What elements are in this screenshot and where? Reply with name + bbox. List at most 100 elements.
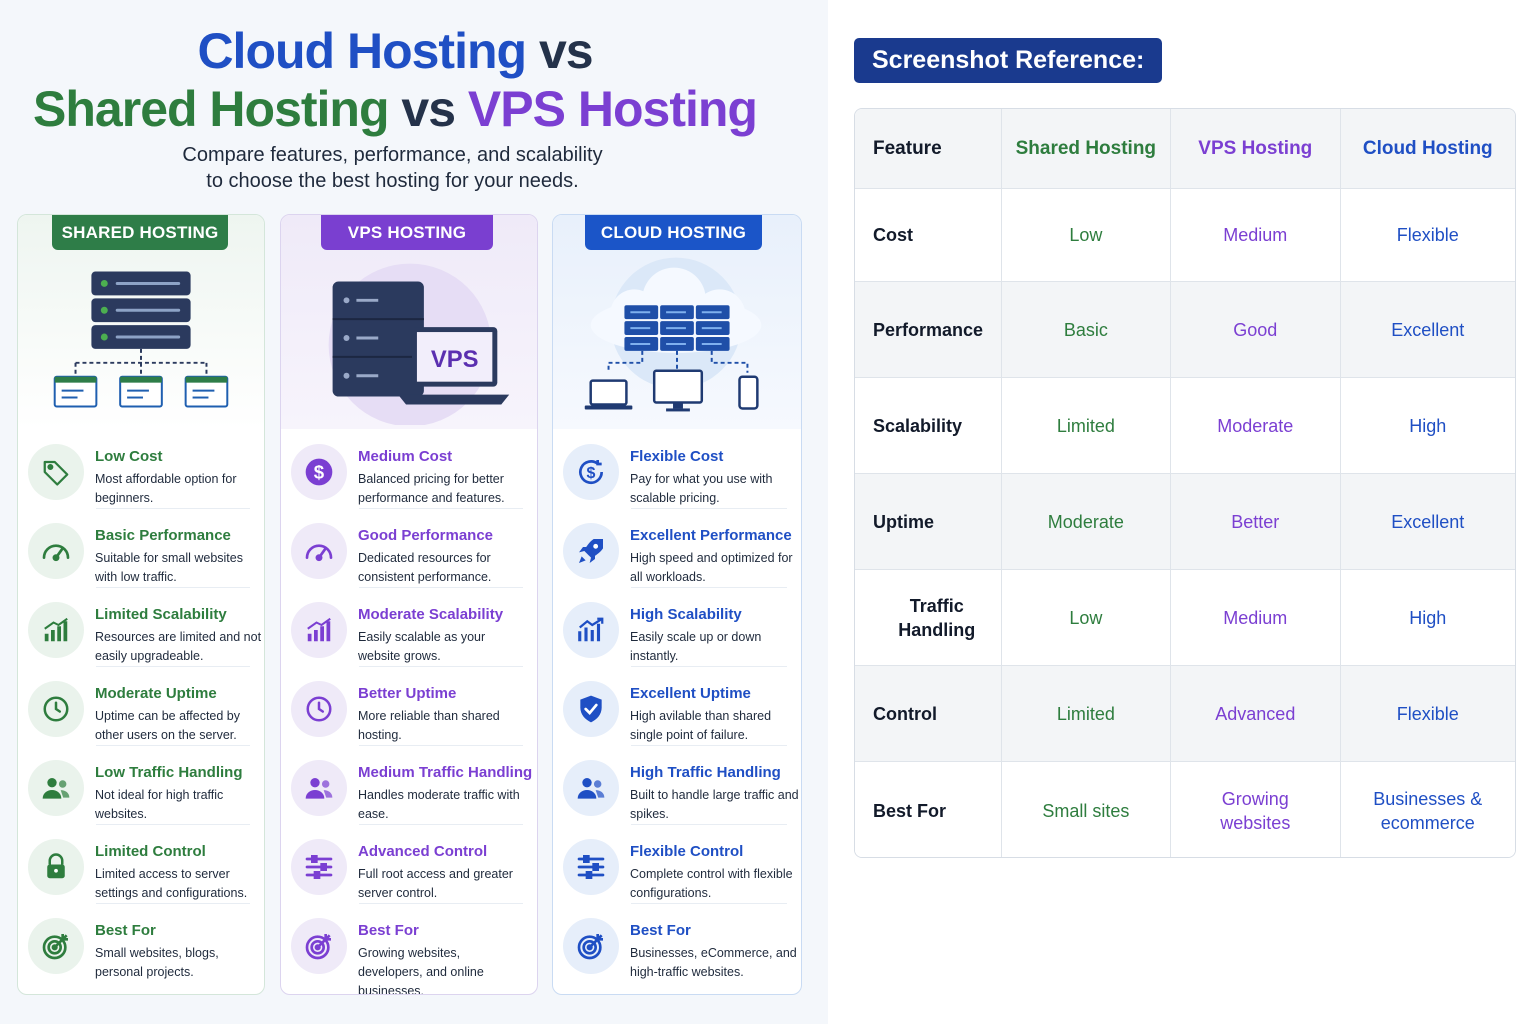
feature-title: Advanced Control	[358, 843, 488, 860]
clock-icon	[291, 681, 347, 737]
table-cell: Advanced	[1171, 666, 1341, 761]
feature-title: High Traffic Handling	[630, 764, 781, 781]
target-icon	[291, 918, 347, 974]
table-cell: Businesses & ecommerce	[1341, 762, 1515, 857]
title-shared-hosting: Shared Hosting	[33, 81, 389, 137]
dollar-icon: $	[291, 444, 347, 500]
cell-text: Feature	[873, 137, 942, 159]
table-header-cell: Feature	[855, 109, 1002, 188]
vps-feature-row: Best For Growing websites, developers, an…	[281, 904, 537, 994]
shared-feature-row: Low Cost Most affordable option for begin…	[18, 430, 264, 509]
shared-feature-row: Limited Control Limited access to server …	[18, 825, 264, 904]
lock-icon	[28, 839, 84, 895]
cell-text: Low	[1069, 225, 1103, 245]
cloud-feature-row: Best For Businesses, eCommerce, and high-…	[553, 904, 801, 983]
feature-title: Low Traffic Handling	[95, 764, 243, 781]
table-header-cell: Cloud Hosting	[1341, 109, 1515, 188]
table-row: Traffic Handling Low Medium High	[855, 570, 1515, 666]
feature-description: Balanced pricing for better performance …	[358, 472, 505, 505]
table-cell: High	[1341, 378, 1515, 473]
feature-title: Better Uptime	[358, 685, 457, 702]
cell-text: Shared Hosting	[1015, 137, 1157, 159]
feature-description: High speed and optimized for all workloa…	[630, 551, 793, 584]
cell-text: Excellent	[1391, 511, 1465, 532]
rocket-icon	[563, 523, 619, 579]
cell-text: Best For	[873, 800, 947, 821]
table-cell: Low	[1002, 570, 1172, 665]
tag-icon	[28, 444, 84, 500]
feature-description: Easily scalable as your website grows.	[358, 630, 486, 663]
feature-title: Best For	[358, 922, 419, 939]
cell-text: Limited	[1056, 703, 1115, 724]
shield-check-icon	[563, 681, 619, 737]
vps-feature-row: Better Uptime More reliable than shared h…	[281, 667, 537, 746]
cloud-feature-row: Excellent Uptime High avilable than share…	[553, 667, 801, 746]
cell-text: Better	[1231, 511, 1280, 532]
cell-text: Performance	[873, 319, 984, 340]
cell-text: Medium	[1223, 225, 1288, 245]
feature-description: Handles moderate traffic with ease.	[358, 788, 520, 821]
cell-text: Flexible	[1396, 225, 1459, 245]
cell-text: Flexible	[1396, 703, 1459, 724]
feature-description: Dedicated resources for consistent perfo…	[358, 551, 492, 584]
cell-text: Moderate	[1047, 511, 1124, 532]
cell-text: Small sites	[1042, 800, 1130, 821]
cell-text: Cost	[873, 225, 913, 245]
table-row-label: Best For	[855, 762, 1002, 857]
table-cell: Limited	[1002, 378, 1172, 473]
feature-title: Medium Traffic Handling	[358, 764, 533, 781]
title-cloud-hosting: Cloud Hosting	[197, 23, 527, 79]
table-cell: Good	[1171, 282, 1341, 377]
title-vps-hosting: VPS Hosting	[467, 81, 758, 137]
table-row: Best For Small sites Growing websites Busin…	[855, 762, 1515, 857]
infographic-panel: Cloud Hosting vs Shared Hosting vs VPS H…	[0, 0, 828, 1024]
feature-description: Built to handle large traffic and spikes…	[630, 788, 799, 821]
vps-hosting-badge: VPS HOSTING	[321, 215, 493, 250]
table-cell: Medium	[1171, 189, 1341, 281]
cloud-hosting-badge: CLOUD HOSTING	[585, 215, 762, 250]
feature-title: Flexible Control	[630, 843, 744, 860]
cell-text: Growing websites	[1220, 788, 1291, 833]
table-row-label: Control	[855, 666, 1002, 761]
reference-panel: Screenshot Reference: Feature Shared Host…	[828, 0, 1536, 1024]
table-cell: Excellent	[1341, 474, 1515, 569]
feature-title: Medium Cost	[358, 448, 453, 465]
feature-description: Suitable for small websites with low tra…	[95, 551, 243, 584]
svg-text:$: $	[314, 462, 325, 483]
cloud-feature-row: Excellent Performance High speed and opti…	[553, 509, 801, 588]
shared-feature-row: Best For Small websites, blogs, personal …	[18, 904, 264, 983]
table-cell: Better	[1171, 474, 1341, 569]
table-row: Scalability Limited Moderate High	[855, 378, 1515, 474]
shared-server-illustration	[53, 271, 229, 408]
vps-screen-label: VPS	[431, 346, 479, 373]
title-vs-1: vs	[526, 23, 594, 79]
bar-chart-icon	[291, 602, 347, 658]
feature-description: Pay for what you use with scalable prici…	[630, 472, 773, 505]
cell-text: Businesses & ecommerce	[1373, 788, 1483, 833]
comparison-table: Feature Shared Hosting VPS Hosting Cloud Ho…	[854, 108, 1516, 858]
table-header-cell: Shared Hosting	[1002, 109, 1172, 188]
cloud-server-illustration	[584, 257, 762, 412]
subtitle-line-2: to choose the best hosting for your need…	[206, 170, 579, 192]
table-cell: Flexible	[1341, 666, 1515, 761]
shared-feature-row: Moderate Uptime Uptime can be affected by…	[18, 667, 264, 746]
table-cell: Excellent	[1341, 282, 1515, 377]
feature-title: High Scalability	[630, 606, 742, 623]
users-icon	[28, 760, 84, 816]
cell-text: Uptime	[873, 511, 935, 532]
feature-description: Not ideal for high traffic websites.	[95, 788, 224, 821]
cloud-feature-row: High Traffic Handling Built to handle lar…	[553, 746, 801, 825]
page-title-line-1: Cloud Hosting vs	[0, 22, 790, 80]
cell-text: VPS Hosting	[1198, 137, 1313, 159]
feature-description: Small websites, blogs, personal projects…	[95, 946, 219, 979]
vps-hosting-card: VPS HOSTING VPS $ Medium Cost Balanced pri…	[280, 214, 538, 995]
table-row-label: Traffic Handling	[855, 570, 1002, 665]
table-cell: Moderate	[1171, 378, 1341, 473]
cell-text: Moderate	[1217, 415, 1294, 436]
cloud-hosting-card: CLOUD HOSTING $ Flexible Cost Pay for wh…	[552, 214, 802, 995]
table-header-row: Feature Shared Hosting VPS Hosting Cloud Ho…	[855, 109, 1515, 189]
title-vs-2: vs	[388, 81, 468, 137]
cell-text: Traffic Handling	[898, 595, 976, 640]
screenshot-reference-label: Screenshot Reference:	[854, 38, 1162, 83]
feature-title: Moderate Uptime	[95, 685, 217, 702]
